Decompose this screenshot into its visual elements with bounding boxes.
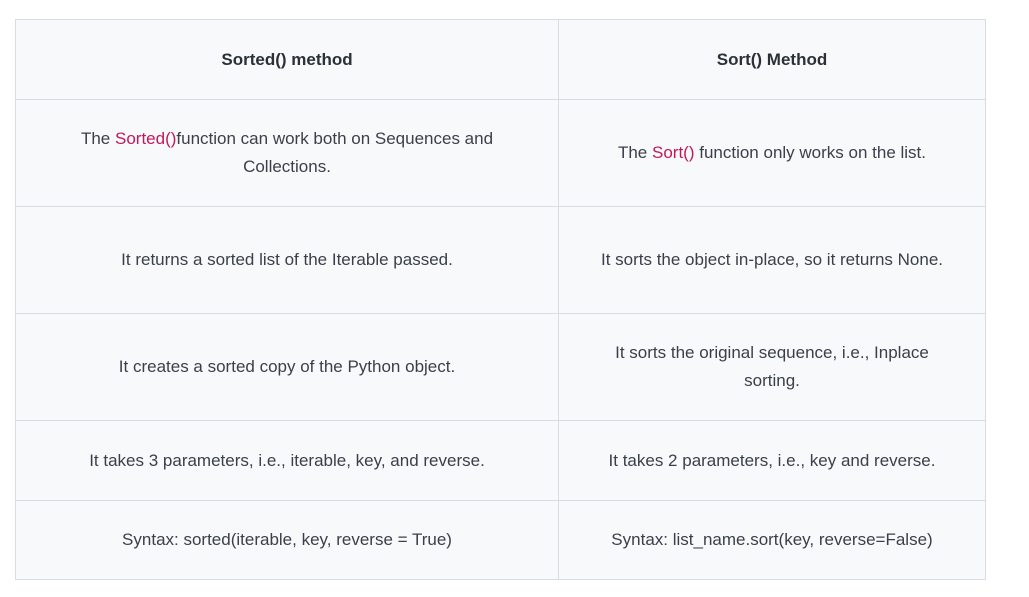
header-sorted-method: Sorted() method: [15, 19, 559, 100]
table-cell: It takes 2 parameters, i.e., key and rev…: [558, 420, 986, 501]
table-row: It creates a sorted copy of the Python o…: [15, 313, 986, 421]
table-cell: Syntax: list_name.sort(key, reverse=Fals…: [558, 500, 986, 580]
table-cell: It takes 3 parameters, i.e., iterable, k…: [15, 420, 559, 501]
cell-text: function can work both on Sequences and …: [176, 129, 494, 176]
comparison-table: Sorted() method Sort() Method The Sorted…: [15, 19, 986, 580]
header-sort-method: Sort() Method: [558, 19, 986, 100]
table-cell: It returns a sorted list of the Iterable…: [15, 206, 559, 314]
cell-text: function only works on the list.: [694, 143, 927, 162]
highlighted-code: Sorted(): [115, 129, 177, 148]
table-row: The Sorted()function can work both on Se…: [15, 99, 986, 207]
comparison-table-container: Sorted() method Sort() Method The Sorted…: [15, 19, 986, 580]
table-cell: It sorts the object in-place, so it retu…: [558, 206, 986, 314]
table-cell: The Sorted()function can work both on Se…: [15, 99, 559, 207]
highlighted-code: Sort(): [652, 143, 695, 162]
cell-text: The: [80, 129, 115, 148]
table-cell: It sorts the original sequence, i.e., In…: [558, 313, 986, 421]
table-header-row: Sorted() method Sort() Method: [15, 19, 986, 100]
table-cell: Syntax: sorted(iterable, key, reverse = …: [15, 500, 559, 580]
table-row: It returns a sorted list of the Iterable…: [15, 206, 986, 314]
table-row: Syntax: sorted(iterable, key, reverse = …: [15, 500, 986, 580]
table-cell: The Sort() function only works on the li…: [558, 99, 986, 207]
cell-text: The: [617, 143, 652, 162]
table-row: It takes 3 parameters, i.e., iterable, k…: [15, 420, 986, 501]
table-cell: It creates a sorted copy of the Python o…: [15, 313, 559, 421]
